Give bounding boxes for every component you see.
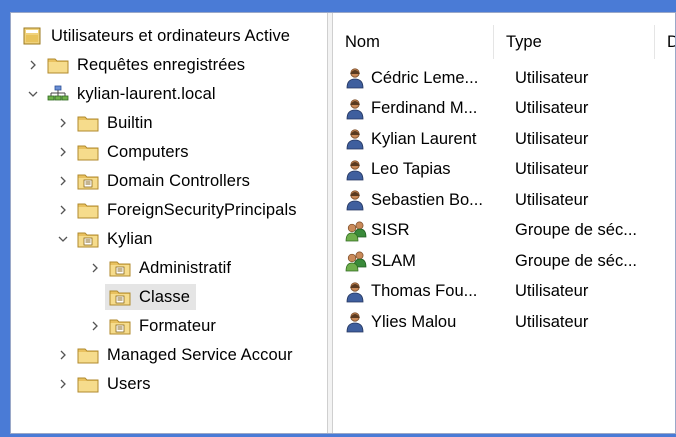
list-item-type: Utilisateur — [515, 190, 589, 209]
user-icon — [345, 128, 367, 150]
column-header-type[interactable]: Type — [494, 29, 654, 55]
aduc-window: Utilisateurs et ordinateurs Active Requê… — [10, 12, 676, 434]
folder-icon — [77, 375, 99, 393]
column-header-type-label: Type — [506, 32, 542, 51]
tree-root[interactable]: Utilisateurs et ordinateurs Active — [21, 23, 290, 49]
list-item[interactable]: Thomas Fou... Utilisateur — [333, 277, 588, 307]
chevron-down-icon[interactable] — [25, 86, 41, 102]
list-item-name: Ferdinand M... — [371, 99, 478, 117]
list-item[interactable]: Sebastien Bo... Utilisateur — [333, 185, 588, 215]
tree-item-label: kylian-laurent.local — [77, 84, 216, 103]
group-icon — [345, 250, 367, 272]
console-tree: Utilisateurs et ordinateurs Active Requê… — [11, 13, 327, 433]
chevron-right-icon[interactable] — [55, 173, 71, 189]
column-header-name-label: Nom — [345, 32, 380, 51]
chevron-right-icon[interactable] — [25, 57, 41, 73]
tree-item-label: Formateur — [139, 316, 217, 335]
tree-item-label: Computers — [107, 142, 189, 161]
list-item-type: Utilisateur — [515, 160, 589, 178]
tree-item-managed-service-accounts[interactable]: Managed Service Accour — [55, 342, 293, 368]
list-item-type: Utilisateur — [515, 68, 589, 87]
list-item-type: Groupe de séc... — [515, 251, 637, 270]
tree-item-computers[interactable]: Computers — [55, 139, 189, 165]
ou-icon — [77, 172, 99, 190]
list-item-name: Leo Tapias — [371, 160, 451, 178]
snapin-root-icon — [21, 27, 43, 45]
chevron-right-icon[interactable] — [55, 347, 71, 363]
user-icon — [345, 159, 367, 181]
list-item-type: Groupe de séc... — [515, 221, 637, 239]
details-list: Nom Type D Cédric Leme...UtilisateurFerd… — [333, 13, 675, 433]
list-item-name: SLAM — [371, 251, 416, 270]
tree-item-label: Kylian — [107, 229, 153, 248]
tree-item-foreign-security-principals[interactable]: ForeignSecurityPrincipals — [55, 197, 297, 223]
tree-item-formateur[interactable]: Formateur — [87, 313, 216, 339]
chevron-right-icon[interactable] — [55, 144, 71, 160]
list-item-name: Cédric Leme... — [371, 68, 479, 87]
user-icon — [345, 311, 367, 333]
user-icon — [345, 189, 367, 211]
column-header-description[interactable]: D — [655, 29, 675, 55]
folder-icon — [77, 201, 99, 219]
list-item-name: Thomas Fou... — [371, 282, 478, 300]
ou-icon — [109, 259, 131, 277]
list-item-type: Utilisateur — [515, 282, 589, 300]
chevron-right-icon[interactable] — [55, 115, 71, 131]
column-header-name[interactable]: Nom — [333, 29, 493, 55]
group-icon — [345, 220, 367, 242]
tree-item-classe[interactable]: Classe — [105, 284, 197, 310]
list-item-type: Utilisateur — [515, 129, 589, 148]
domain-icon — [47, 85, 69, 103]
chevron-right-icon[interactable] — [55, 376, 71, 392]
tree-item-label: Domain Controllers — [107, 171, 251, 190]
list-item-name: Ylies Malou — [371, 312, 457, 331]
list-item-name: Sebastien Bo... — [371, 190, 483, 209]
user-icon — [345, 67, 367, 89]
list-item[interactable]: Leo Tapias Utilisateur — [333, 155, 588, 185]
tree-item-label: ForeignSecurityPrincipals — [107, 200, 297, 219]
ou-icon — [109, 317, 131, 335]
tree-item-builtin[interactable]: Builtin — [55, 110, 153, 136]
tree-root-label: Utilisateurs et ordinateurs Active — [51, 26, 291, 45]
folder-icon — [77, 346, 99, 364]
user-icon — [345, 98, 367, 120]
tree-item-domain[interactable]: kylian-laurent.local — [25, 81, 216, 107]
tree-item-users[interactable]: Users — [55, 371, 151, 397]
tree-item-label: Requêtes enregistrées — [77, 55, 246, 74]
chevron-right-icon[interactable] — [87, 260, 103, 276]
list-item[interactable]: Kylian Laurent Utilisateur — [333, 124, 588, 154]
tree-item-label: Managed Service Accour — [107, 345, 293, 364]
tree-item-label: Users — [107, 374, 151, 393]
chevron-right-icon[interactable] — [87, 318, 103, 334]
folder-icon — [47, 56, 69, 74]
tree-item-domain-controllers[interactable]: Domain Controllers — [55, 168, 250, 194]
tree-item-label: Builtin — [107, 113, 153, 132]
tree-item-kylian[interactable]: Kylian — [55, 226, 153, 252]
chevron-right-icon[interactable] — [55, 202, 71, 218]
list-item-name: Kylian Laurent — [371, 129, 477, 148]
folder-icon — [77, 143, 99, 161]
tree-item-label: Administratif — [139, 258, 232, 277]
chevron-down-icon[interactable] — [55, 231, 71, 247]
selection-highlight: Classe — [105, 284, 197, 310]
list-item[interactable]: Cédric Leme... Utilisateur — [333, 63, 588, 93]
list-item-name: SISR — [371, 221, 410, 239]
column-header-description-label: D — [667, 33, 675, 52]
list-item[interactable]: SISR Groupe de séc... — [333, 216, 637, 246]
ou-icon — [77, 230, 99, 248]
list-item[interactable]: SLAM Groupe de séc... — [333, 246, 637, 276]
tree-item-administratif[interactable]: Administratif — [87, 255, 231, 281]
tree-item-label: Classe — [139, 287, 191, 306]
ou-icon — [109, 288, 131, 306]
list-item-type: Utilisateur — [515, 312, 589, 331]
list-item[interactable]: Ylies Malou Utilisateur — [333, 307, 588, 337]
list-item[interactable]: Ferdinand M... Utilisateur — [333, 94, 588, 124]
tree-item-saved-queries[interactable]: Requêtes enregistrées — [25, 52, 245, 78]
folder-icon — [77, 114, 99, 132]
user-icon — [345, 281, 367, 303]
list-item-type: Utilisateur — [515, 99, 589, 117]
